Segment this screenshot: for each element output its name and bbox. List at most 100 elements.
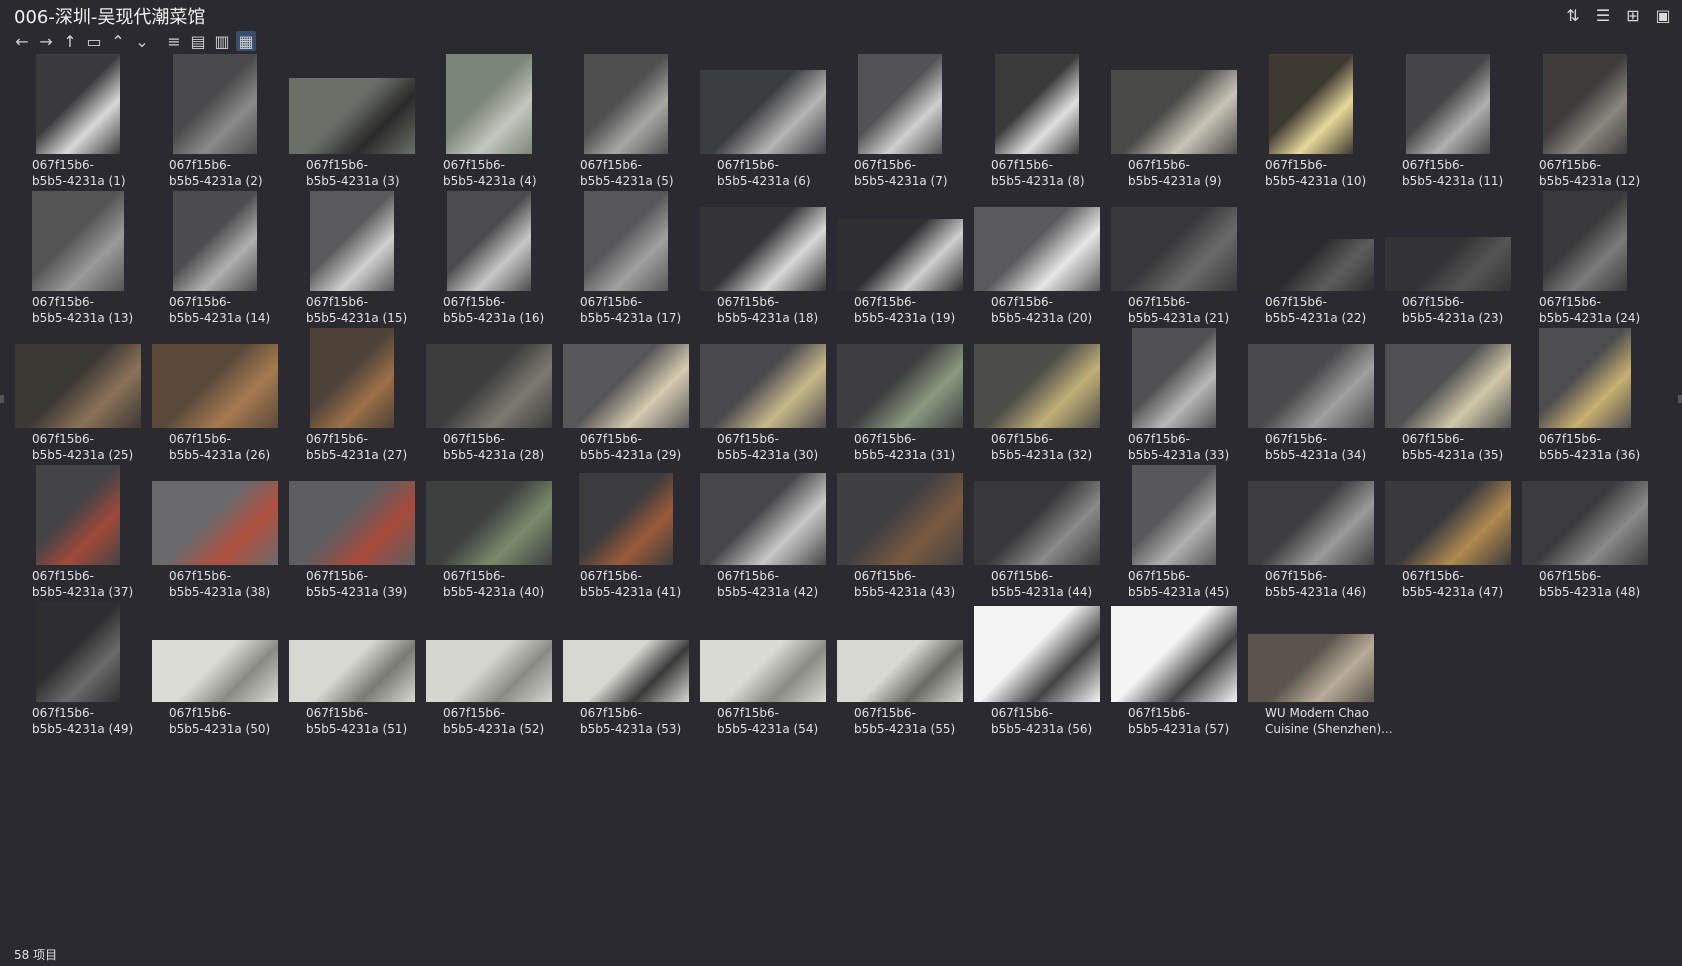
file-item[interactable]: 067f15b6- b5b5-4231a (51): [288, 602, 416, 739]
file-item[interactable]: 067f15b6- b5b5-4231a (15): [288, 191, 416, 328]
thumbnail-frame: [973, 191, 1101, 291]
file-item[interactable]: 067f15b6- b5b5-4231a (5): [562, 54, 690, 191]
file-item[interactable]: 067f15b6- b5b5-4231a (55): [836, 602, 964, 739]
file-name-line-2: b5b5-4231a (7): [854, 174, 948, 188]
file-item[interactable]: 067f15b6- b5b5-4231a (44): [973, 465, 1101, 602]
file-item[interactable]: 067f15b6- b5b5-4231a (33): [1110, 328, 1238, 465]
thumbnail-frame: [425, 54, 553, 154]
file-item[interactable]: 067f15b6- b5b5-4231a (22): [1247, 191, 1375, 328]
file-item[interactable]: 067f15b6- b5b5-4231a (18): [699, 191, 827, 328]
clipboard-icon[interactable]: ▣: [1652, 4, 1674, 26]
file-item[interactable]: 067f15b6- b5b5-4231a (24): [1521, 191, 1649, 328]
chevron-down-icon[interactable]: ⌄: [132, 31, 152, 51]
file-name-line-2: b5b5-4231a (29): [580, 448, 682, 462]
file-item[interactable]: 067f15b6- b5b5-4231a (38): [151, 465, 279, 602]
file-item[interactable]: 067f15b6- b5b5-4231a (13): [14, 191, 142, 328]
file-name-line-1: 067f15b6-: [717, 706, 779, 720]
file-item[interactable]: 067f15b6- b5b5-4231a (50): [151, 602, 279, 739]
file-item[interactable]: 067f15b6- b5b5-4231a (10): [1247, 54, 1375, 191]
folder-icon[interactable]: ▭: [84, 31, 104, 51]
chevron-up-icon[interactable]: ⌃: [108, 31, 128, 51]
file-item[interactable]: 067f15b6- b5b5-4231a (8): [973, 54, 1101, 191]
file-name-line-1: 067f15b6-: [991, 295, 1053, 309]
file-item[interactable]: 067f15b6- b5b5-4231a (2): [151, 54, 279, 191]
file-item[interactable]: 067f15b6- b5b5-4231a (31): [836, 328, 964, 465]
file-item[interactable]: 067f15b6- b5b5-4231a (56): [973, 602, 1101, 739]
file-item[interactable]: 067f15b6- b5b5-4231a (6): [699, 54, 827, 191]
list-view-icon[interactable]: ≡: [164, 31, 184, 51]
file-item[interactable]: WU Modern Chao Cuisine (Shenzhen)...: [1247, 602, 1393, 739]
file-item[interactable]: 067f15b6- b5b5-4231a (41): [562, 465, 690, 602]
file-name-line-2: b5b5-4231a (32): [991, 448, 1093, 462]
file-name: 067f15b6- b5b5-4231a (35): [1402, 431, 1512, 463]
file-item[interactable]: 067f15b6- b5b5-4231a (26): [151, 328, 279, 465]
forward-icon[interactable]: →: [36, 31, 56, 51]
new-item-icon[interactable]: ⊞: [1622, 4, 1644, 26]
file-name-line-1: 067f15b6-: [580, 432, 642, 446]
file-item[interactable]: 067f15b6- b5b5-4231a (42): [699, 465, 827, 602]
up-icon[interactable]: ↑: [60, 31, 80, 51]
file-name-line-1: 067f15b6-: [1539, 295, 1601, 309]
file-item[interactable]: 067f15b6- b5b5-4231a (37): [14, 465, 142, 602]
thumbnail-image: [426, 640, 552, 702]
file-name-line-2: b5b5-4231a (55): [854, 722, 956, 736]
file-name-line-1: 067f15b6-: [580, 158, 642, 172]
thumbnail-frame: [699, 465, 827, 565]
file-name: 067f15b6- b5b5-4231a (42): [717, 568, 827, 600]
file-item[interactable]: 067f15b6- b5b5-4231a (53): [562, 602, 690, 739]
file-item[interactable]: 067f15b6- b5b5-4231a (36): [1521, 328, 1649, 465]
file-name-line-1: 067f15b6-: [1539, 158, 1601, 172]
details-view-icon[interactable]: ▤: [188, 31, 208, 51]
file-item[interactable]: 067f15b6- b5b5-4231a (35): [1384, 328, 1512, 465]
thumbnail-view-icon[interactable]: ▦: [236, 31, 256, 51]
file-item[interactable]: 067f15b6- b5b5-4231a (57): [1110, 602, 1238, 739]
left-scroll-handle[interactable]: [0, 395, 4, 403]
file-item[interactable]: 067f15b6- b5b5-4231a (19): [836, 191, 964, 328]
file-item[interactable]: 067f15b6- b5b5-4231a (45): [1110, 465, 1238, 602]
file-item[interactable]: 067f15b6- b5b5-4231a (48): [1521, 465, 1649, 602]
file-item[interactable]: 067f15b6- b5b5-4231a (40): [425, 465, 553, 602]
file-item[interactable]: 067f15b6- b5b5-4231a (32): [973, 328, 1101, 465]
sort-icon[interactable]: ⇅: [1562, 4, 1584, 26]
thumbnail-frame: [1384, 54, 1512, 154]
file-item[interactable]: 067f15b6- b5b5-4231a (54): [699, 602, 827, 739]
file-item[interactable]: 067f15b6- b5b5-4231a (4): [425, 54, 553, 191]
file-item[interactable]: 067f15b6- b5b5-4231a (11): [1384, 54, 1512, 191]
file-name-line-1: 067f15b6-: [991, 706, 1053, 720]
file-item[interactable]: 067f15b6- b5b5-4231a (39): [288, 465, 416, 602]
file-item[interactable]: 067f15b6- b5b5-4231a (12): [1521, 54, 1649, 191]
file-item[interactable]: 067f15b6- b5b5-4231a (17): [562, 191, 690, 328]
file-item[interactable]: 067f15b6- b5b5-4231a (16): [425, 191, 553, 328]
file-item[interactable]: 067f15b6- b5b5-4231a (52): [425, 602, 553, 739]
file-name-line-2: b5b5-4231a (19): [854, 311, 956, 325]
file-item[interactable]: 067f15b6- b5b5-4231a (46): [1247, 465, 1375, 602]
file-name: 067f15b6- b5b5-4231a (7): [854, 157, 964, 189]
file-name-line-2: b5b5-4231a (18): [717, 311, 819, 325]
file-name-line-2: b5b5-4231a (4): [443, 174, 537, 188]
right-scroll-handle[interactable]: [1678, 395, 1682, 403]
details-pane-icon[interactable]: ☰: [1592, 4, 1614, 26]
file-item[interactable]: 067f15b6- b5b5-4231a (9): [1110, 54, 1238, 191]
file-item[interactable]: 067f15b6- b5b5-4231a (7): [836, 54, 964, 191]
thumbnail-frame: [1384, 191, 1512, 291]
file-item[interactable]: 067f15b6- b5b5-4231a (28): [425, 328, 553, 465]
file-item[interactable]: 067f15b6- b5b5-4231a (23): [1384, 191, 1512, 328]
file-item[interactable]: 067f15b6- b5b5-4231a (21): [1110, 191, 1238, 328]
file-item[interactable]: 067f15b6- b5b5-4231a (3): [288, 54, 416, 191]
tiles-view-icon[interactable]: ▥: [212, 31, 232, 51]
file-item[interactable]: 067f15b6- b5b5-4231a (29): [562, 328, 690, 465]
file-item[interactable]: 067f15b6- b5b5-4231a (25): [14, 328, 142, 465]
file-item[interactable]: 067f15b6- b5b5-4231a (20): [973, 191, 1101, 328]
file-item[interactable]: 067f15b6- b5b5-4231a (43): [836, 465, 964, 602]
file-item[interactable]: 067f15b6- b5b5-4231a (30): [699, 328, 827, 465]
thumbnail-image: [700, 207, 826, 291]
file-item[interactable]: 067f15b6- b5b5-4231a (47): [1384, 465, 1512, 602]
thumbnail-frame: [562, 328, 690, 428]
file-item[interactable]: 067f15b6- b5b5-4231a (34): [1247, 328, 1375, 465]
file-item[interactable]: 067f15b6- b5b5-4231a (14): [151, 191, 279, 328]
file-item[interactable]: 067f15b6- b5b5-4231a (1): [14, 54, 142, 191]
back-icon[interactable]: ←: [12, 31, 32, 51]
file-item[interactable]: 067f15b6- b5b5-4231a (49): [14, 602, 142, 739]
file-item[interactable]: 067f15b6- b5b5-4231a (27): [288, 328, 416, 465]
file-name-line-1: 067f15b6-: [169, 569, 231, 583]
